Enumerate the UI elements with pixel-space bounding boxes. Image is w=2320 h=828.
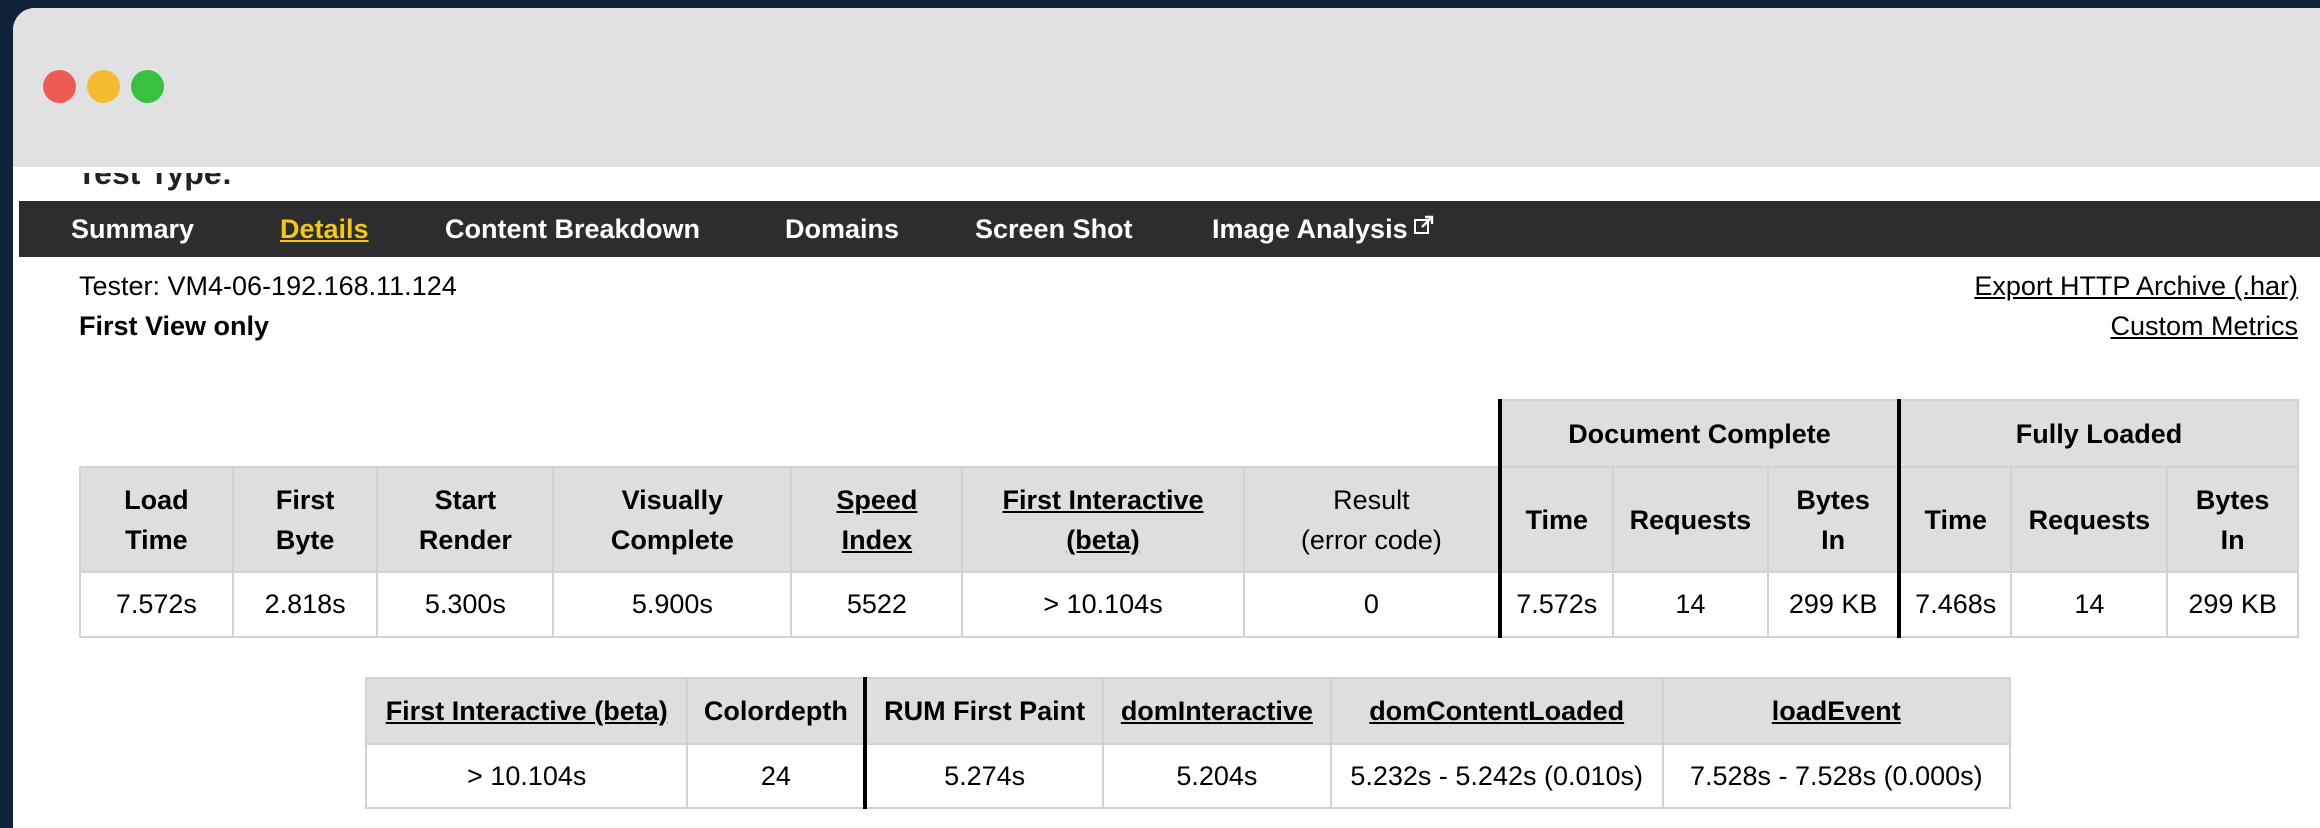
first-byte-header: First Byte <box>231 466 379 573</box>
fl-requests-header: Requests <box>2010 466 2169 573</box>
table-row: > 10.104s 24 5.274s 5.204s 5.232s - 5.24… <box>364 743 2012 809</box>
dc-time-cell: 7.572s <box>1497 571 1614 638</box>
main-results-table: Document Complete Fully Loaded Load Time … <box>79 399 2300 638</box>
first-interactive-cell: > 10.104s <box>961 571 1245 638</box>
start-render-header: Start Render <box>376 466 555 573</box>
load-event-cell: 7.528s - 7.528s (0.000s) <box>1661 743 2012 809</box>
visually-complete-cell: 5.900s <box>552 571 793 638</box>
colordepth-cell: 24 <box>686 743 867 809</box>
fl-bytes-cell: 299 KB <box>2166 571 2299 638</box>
group-header-row: Document Complete Fully Loaded <box>80 399 2300 468</box>
fl-time-header: Time <box>1896 466 2013 573</box>
group-header-spacer <box>80 400 1500 467</box>
custom-metrics-link[interactable]: Custom Metrics <box>2110 311 2298 342</box>
document-complete-header: Document Complete <box>1497 399 1900 468</box>
secondary-header-row: First Interactive (beta) Colordepth RUM … <box>364 677 2012 745</box>
first-interactive-header-link[interactable]: First Interactive (beta) <box>961 466 1245 573</box>
fl-time-cell: 7.468s <box>1896 571 2013 638</box>
colordepth-header: Colordepth <box>686 677 867 745</box>
dc-bytes-header: Bytes In <box>1767 466 1900 573</box>
start-render-cell: 5.300s <box>376 571 555 638</box>
dom-content-loaded-cell: 5.232s - 5.242s (0.010s) <box>1329 743 1664 809</box>
result-header: Result (error code) <box>1242 466 1501 573</box>
speed-index-cell: 5522 <box>790 571 964 638</box>
dc-bytes-cell: 299 KB <box>1767 571 1900 638</box>
dom-interactive-header-link[interactable]: domInteractive <box>1101 677 1332 745</box>
load-time-cell: 7.572s <box>79 571 234 638</box>
rum-first-paint-header: RUM First Paint <box>863 677 1104 745</box>
column-header-row: Load Time First Byte Start Render Visually C… <box>79 466 2299 573</box>
first-interactive-beta-header-link[interactable]: First Interactive (beta) <box>364 677 689 745</box>
table-row: 7.572s 2.818s 5.300s 5.900s 5522 > 10.10… <box>79 571 2299 638</box>
fl-requests-cell: 14 <box>2010 571 2169 638</box>
dc-requests-header: Requests <box>1611 466 1770 573</box>
speed-index-header-link[interactable]: Speed Index <box>790 466 964 573</box>
result-cell: 0 <box>1242 571 1501 638</box>
dc-time-header: Time <box>1497 466 1614 573</box>
first-byte-cell: 2.818s <box>231 571 379 638</box>
rum-first-paint-cell: 5.274s <box>863 743 1104 809</box>
dom-interactive-cell: 5.204s <box>1101 743 1332 809</box>
first-interactive-beta-cell: > 10.104s <box>364 743 689 809</box>
dom-content-loaded-header-link[interactable]: domContentLoaded <box>1329 677 1664 745</box>
export-har-link[interactable]: Export HTTP Archive (.har) <box>1974 271 2298 302</box>
secondary-metrics-table: First Interactive (beta) Colordepth RUM … <box>364 677 2012 809</box>
load-event-header-link[interactable]: loadEvent <box>1661 677 2012 745</box>
fully-loaded-header: Fully Loaded <box>1896 399 2300 468</box>
dc-requests-cell: 14 <box>1611 571 1770 638</box>
browser-window: Test Type: Summary Details Content Break… <box>13 8 2320 828</box>
fl-bytes-header: Bytes In <box>2166 466 2299 573</box>
load-time-header: Load Time <box>79 466 234 573</box>
visually-complete-header: Visually Complete <box>552 466 793 573</box>
info-links: Export HTTP Archive (.har) Custom Metric… <box>13 8 2298 408</box>
